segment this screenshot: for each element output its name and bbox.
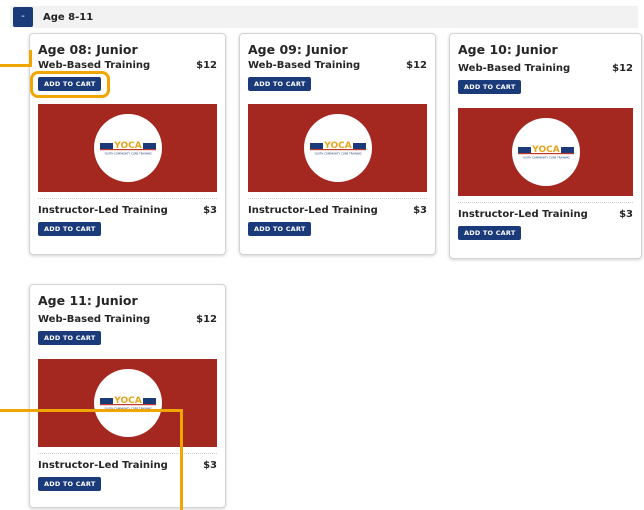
web-based-price: $12 [196, 60, 217, 71]
instructor-led-label: Instructor-Led Training [38, 460, 168, 471]
web-based-row: Web-Based Training $12 [248, 60, 427, 71]
product-card-age-10: Age 10: Junior Web-Based Training $12 AD… [449, 33, 642, 259]
instructor-led-row: Instructor-Led Training $3 [248, 205, 427, 216]
logo-wordmark: YOCA [323, 141, 351, 151]
product-card-age-09: Age 09: Junior Web-Based Training $12 AD… [239, 33, 436, 255]
collapse-toggle-button[interactable]: - [13, 7, 33, 27]
logo-wordmark: YOCA [531, 145, 559, 155]
instructor-led-add-to-cart-button[interactable]: ADD TO CART [38, 477, 102, 491]
instructor-led-price: $3 [203, 460, 217, 471]
divider [458, 202, 633, 203]
instructor-led-row: Instructor-Led Training $3 [38, 205, 217, 216]
logo-wordmark: YOCA [113, 141, 141, 151]
logo-tagline: YOUTH COMMUNITY CORE TRAINING [104, 152, 151, 156]
highlight-pointer-line-top-vertical [29, 50, 32, 67]
web-based-price: $12 [196, 314, 217, 325]
age-group-title: Age 8-11 [43, 11, 94, 23]
instructor-led-label: Instructor-Led Training [248, 205, 378, 216]
web-based-label: Web-Based Training [38, 60, 151, 71]
web-based-price: $12 [612, 63, 633, 74]
product-image: YOCA YOUTH COMMUNITY CORE TRAINING [248, 104, 427, 192]
highlight-pointer-line-bottom [0, 409, 183, 412]
yoca-logo-mark-icon: YOCA YOUTH COMMUNITY CORE TRAINING [517, 145, 574, 160]
instructor-led-add-to-cart-button[interactable]: ADD TO CART [248, 222, 312, 236]
yoca-logo: YOCA YOUTH COMMUNITY CORE TRAINING [303, 114, 372, 182]
divider [38, 198, 217, 199]
yoca-logo-mark-icon: YOCA YOUTH COMMUNITY CORE TRAINING [99, 141, 156, 156]
instructor-led-row: Instructor-Led Training $3 [38, 460, 217, 471]
instructor-led-add-to-cart-button[interactable]: ADD TO CART [458, 226, 522, 240]
instructor-led-row: Instructor-Led Training $3 [458, 209, 633, 220]
page: - Age 8-11 Age 08: Junior Web-Based Trai… [0, 0, 644, 510]
divider [248, 198, 427, 199]
product-card-age-11: Age 11: Junior Web-Based Training $12 AD… [29, 284, 226, 508]
instructor-led-price: $3 [203, 205, 217, 216]
web-based-add-to-cart-button[interactable]: ADD TO CART [248, 77, 312, 91]
yoca-logo-mark-icon: YOCA YOUTH COMMUNITY CORE TRAINING [309, 141, 366, 156]
product-image: YOCA YOUTH COMMUNITY CORE TRAINING [38, 104, 217, 192]
add-to-cart-highlight-ring [30, 71, 110, 98]
web-based-add-to-cart-button[interactable]: ADD TO CART [458, 80, 522, 94]
card-title: Age 10: Junior [458, 42, 558, 57]
card-title: Age 11: Junior [38, 293, 138, 308]
card-title: Age 08: Junior [38, 42, 138, 57]
card-title: Age 09: Junior [248, 42, 348, 57]
instructor-led-label: Instructor-Led Training [38, 205, 168, 216]
product-image: YOCA YOUTH COMMUNITY CORE TRAINING [458, 108, 633, 196]
logo-tagline: YOUTH COMMUNITY CORE TRAINING [314, 152, 361, 156]
web-based-label: Web-Based Training [38, 314, 151, 325]
yoca-logo: YOCA YOUTH COMMUNITY CORE TRAINING [93, 369, 162, 437]
web-based-row: Web-Based Training $12 [38, 60, 217, 71]
web-based-row: Web-Based Training $12 [458, 63, 633, 74]
product-card-age-08: Age 08: Junior Web-Based Training $12 AD… [29, 33, 226, 255]
yoca-logo: YOCA YOUTH COMMUNITY CORE TRAINING [93, 114, 162, 182]
web-based-add-to-cart-button[interactable]: ADD TO CART [38, 331, 102, 345]
web-based-price: $12 [406, 60, 427, 71]
instructor-led-label: Instructor-Led Training [458, 209, 588, 220]
instructor-led-add-to-cart-button[interactable]: ADD TO CART [38, 222, 102, 236]
web-based-label: Web-Based Training [458, 63, 571, 74]
web-based-row: Web-Based Training $12 [38, 314, 217, 325]
highlight-pointer-line-bottom-vertical [180, 409, 183, 510]
web-based-label: Web-Based Training [248, 60, 361, 71]
age-group-header[interactable]: - Age 8-11 [10, 6, 638, 28]
product-image: YOCA YOUTH COMMUNITY CORE TRAINING [38, 359, 217, 447]
highlight-pointer-line-top [0, 64, 32, 67]
logo-tagline: YOUTH COMMUNITY CORE TRAINING [522, 156, 569, 160]
logo-wordmark: YOCA [113, 396, 141, 406]
divider [38, 453, 217, 454]
instructor-led-price: $3 [619, 209, 633, 220]
instructor-led-price: $3 [413, 205, 427, 216]
yoca-logo: YOCA YOUTH COMMUNITY CORE TRAINING [511, 118, 580, 186]
